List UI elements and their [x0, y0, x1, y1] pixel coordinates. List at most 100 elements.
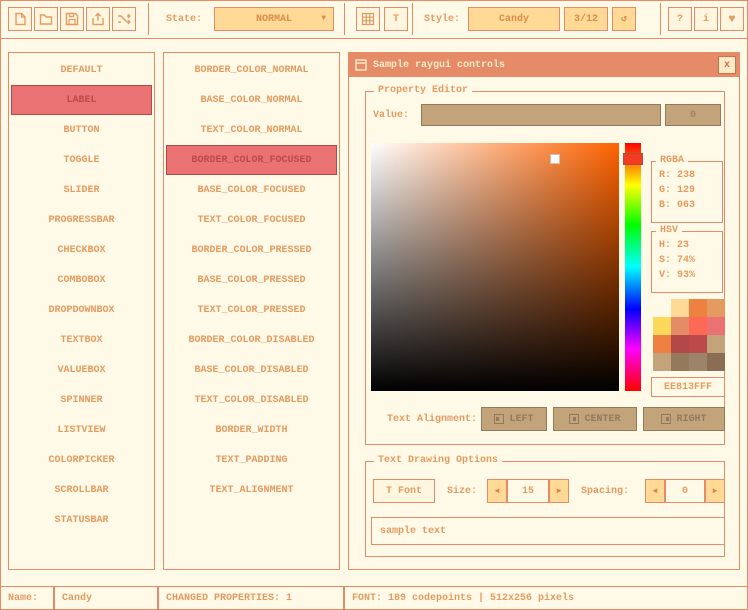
controls-list-item[interactable]: COLORPICKER	[11, 445, 152, 475]
property-list-item[interactable]: BORDER_COLOR_DISABLED	[166, 325, 337, 355]
new-style-button[interactable]	[8, 7, 32, 31]
controls-list-item[interactable]: STATUSBAR	[11, 505, 152, 535]
spacing-value: 0	[682, 486, 688, 497]
property-list-item-selected[interactable]: BORDER_COLOR_FOCUSED	[166, 145, 337, 175]
arrow-left-icon: ◄	[495, 487, 500, 496]
color-swatch[interactable]	[707, 335, 725, 353]
help-button[interactable]: ?	[668, 7, 692, 31]
controls-list-item[interactable]: SLIDER	[11, 175, 152, 205]
font-info-status: FONT: 189 codepoints | 512x256 pixels	[344, 586, 748, 610]
spacing-value-box[interactable]: 0	[665, 479, 705, 503]
sample-text-value: sample text	[380, 526, 446, 537]
color-swatch[interactable]	[671, 299, 689, 317]
controls-list-item[interactable]: SCROLLBAR	[11, 475, 152, 505]
save-style-button[interactable]	[60, 7, 84, 31]
style-name-input[interactable]: Candy	[54, 586, 158, 610]
controls-list-item[interactable]: TOGGLE	[11, 145, 152, 175]
property-list-item[interactable]: TEXT_COLOR_FOCUSED	[166, 205, 337, 235]
value-box-text: 0	[690, 110, 696, 121]
rgba-title: RGBA	[656, 155, 688, 166]
align-right-toggle[interactable]: RIGHT	[643, 407, 725, 431]
controls-list-item[interactable]: PROGRESSBAR	[11, 205, 152, 235]
random-style-button[interactable]	[112, 7, 136, 31]
style-table-button[interactable]	[356, 7, 380, 31]
color-swatch[interactable]	[653, 299, 671, 317]
hsv-value-value: V: 93%	[659, 270, 722, 281]
open-style-button[interactable]	[34, 7, 58, 31]
controls-list-item[interactable]: COMBOBOX	[11, 265, 152, 295]
font-editor-button[interactable]: T	[384, 7, 408, 31]
open-folder-icon	[39, 12, 53, 26]
color-swatch[interactable]	[653, 335, 671, 353]
color-swatch[interactable]	[671, 335, 689, 353]
property-list-item[interactable]: TEXT_COLOR_DISABLED	[166, 385, 337, 415]
spacing-decrease-button[interactable]: ◄	[645, 479, 665, 503]
controls-list-item[interactable]: BUTTON	[11, 115, 152, 145]
color-swatch[interactable]	[689, 299, 707, 317]
text-drawing-options-title: Text Drawing Options	[374, 455, 502, 466]
style-name-dropdown[interactable]: Candy	[468, 7, 560, 31]
size-value-box[interactable]: 15	[507, 479, 549, 503]
arrow-left-icon: ◄	[653, 487, 658, 496]
color-swatch[interactable]	[689, 317, 707, 335]
export-style-button[interactable]	[86, 7, 110, 31]
about-button[interactable]: i	[694, 7, 718, 31]
sponsor-button[interactable]: ♥	[720, 7, 744, 31]
color-picker-cursor[interactable]	[550, 154, 560, 164]
property-list-item[interactable]: TEXT_COLOR_PRESSED	[166, 295, 337, 325]
align-left-toggle[interactable]: LEFT	[481, 407, 547, 431]
property-list-item[interactable]: TEXT_COLOR_NORMAL	[166, 115, 337, 145]
controls-list-item[interactable]: DROPDOWNBOX	[11, 295, 152, 325]
color-swatch[interactable]	[653, 317, 671, 335]
property-list-item[interactable]: TEXT_ALIGNMENT	[166, 475, 337, 505]
sample-text-input[interactable]: sample text	[371, 517, 725, 545]
help-icon: ?	[677, 14, 683, 25]
style-counter-button[interactable]: 3/12	[564, 7, 608, 31]
controls-list-item[interactable]: SPINNER	[11, 385, 152, 415]
color-swatch[interactable]	[707, 317, 725, 335]
style-color-palette	[653, 299, 725, 371]
color-swatch[interactable]	[707, 299, 725, 317]
property-list-item[interactable]: TEXT_PADDING	[166, 445, 337, 475]
reload-style-button[interactable]: ↺	[612, 7, 636, 31]
align-center-label: CENTER	[584, 414, 620, 425]
align-center-icon	[569, 414, 579, 424]
hue-bar-cursor[interactable]	[623, 153, 643, 165]
property-list-item[interactable]: BORDER_COLOR_PRESSED	[166, 235, 337, 265]
new-file-icon	[13, 12, 27, 26]
property-list-item[interactable]: BASE_COLOR_NORMAL	[166, 85, 337, 115]
font-button[interactable]: T Font	[373, 479, 435, 503]
controls-list-item[interactable]: DEFAULT	[11, 55, 152, 85]
close-window-button[interactable]: x	[718, 56, 736, 74]
size-decrease-button[interactable]: ◄	[487, 479, 507, 503]
value-slider[interactable]	[421, 104, 661, 126]
color-swatch[interactable]	[689, 353, 707, 371]
state-dropdown[interactable]: NORMAL ▼	[214, 7, 334, 31]
color-swatch[interactable]	[671, 353, 689, 371]
color-swatch[interactable]	[707, 353, 725, 371]
property-list-item[interactable]: BASE_COLOR_FOCUSED	[166, 175, 337, 205]
property-list-item[interactable]: BASE_COLOR_DISABLED	[166, 355, 337, 385]
size-increase-button[interactable]: ►	[549, 479, 569, 503]
property-list-item[interactable]: BORDER_COLOR_NORMAL	[166, 55, 337, 85]
controls-list-item-selected[interactable]: LABEL	[11, 85, 152, 115]
hue-bar[interactable]	[625, 143, 641, 391]
color-swatch[interactable]	[671, 317, 689, 335]
align-left-icon	[494, 414, 504, 424]
hex-color-input[interactable]: EE813FFF	[651, 377, 725, 397]
controls-list-item[interactable]: VALUEBOX	[11, 355, 152, 385]
property-list-item[interactable]: BORDER_WIDTH	[166, 415, 337, 445]
color-picker-panel[interactable]	[371, 143, 619, 391]
color-swatch[interactable]	[653, 353, 671, 371]
size-label: Size:	[447, 479, 477, 503]
window-icon	[355, 59, 367, 71]
value-box[interactable]: 0	[665, 104, 721, 126]
controls-list-item[interactable]: TEXTBOX	[11, 325, 152, 355]
controls-list-item[interactable]: LISTVIEW	[11, 415, 152, 445]
property-list-item[interactable]: BASE_COLOR_PRESSED	[166, 265, 337, 295]
controls-list-item[interactable]: CHECKBOX	[11, 235, 152, 265]
color-swatch[interactable]	[689, 335, 707, 353]
align-center-toggle[interactable]: CENTER	[553, 407, 637, 431]
spacing-increase-button[interactable]: ►	[705, 479, 725, 503]
reload-icon: ↺	[621, 13, 627, 25]
